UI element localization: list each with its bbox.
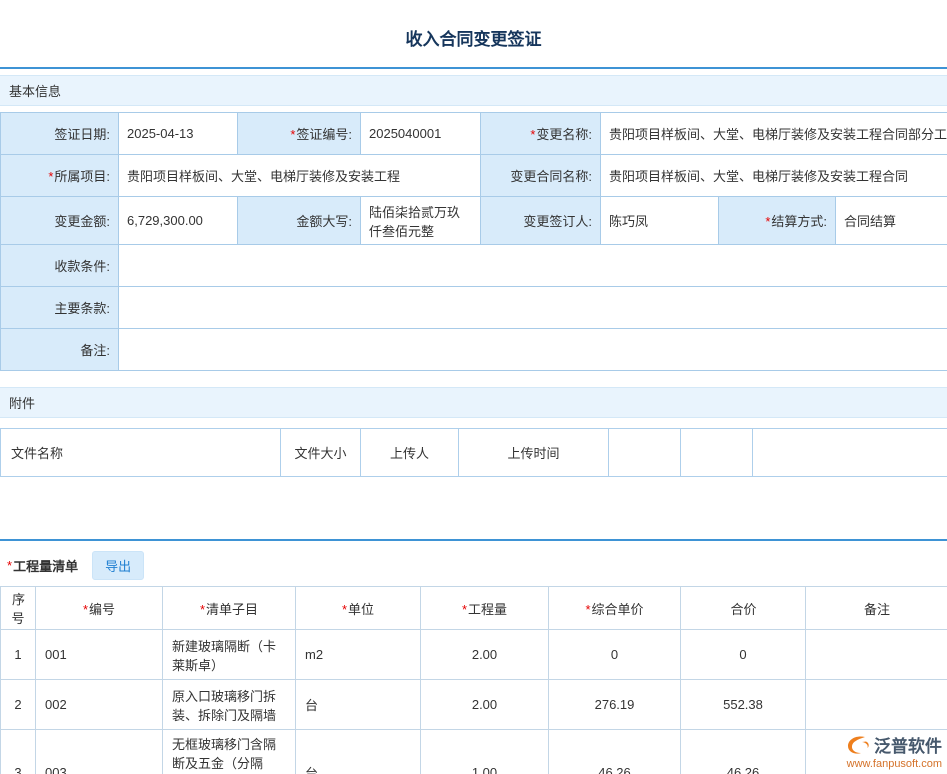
boq-divider — [0, 539, 947, 541]
amount-value: 6,729,300.00 — [119, 197, 238, 245]
boq-section-title: 工程量清单 — [13, 556, 78, 575]
boq-cell-code: 002 — [36, 680, 163, 730]
attachments-table: 文件名称 文件大小 上传人 上传时间 — [0, 428, 947, 477]
top-divider — [0, 67, 947, 69]
boq-cell-remark — [806, 630, 947, 680]
settle-label: *结算方式: — [719, 197, 836, 245]
contract-name-value: 贵阳项目样板间、大堂、电梯厅装修及安装工程合同 — [601, 155, 947, 197]
project-label: *所属项目: — [1, 155, 119, 197]
boq-cell-total: 46.26 — [681, 730, 806, 774]
boq-cell-code: 003 — [36, 730, 163, 774]
boq-row: 1 001 新建玻璃隔断（卡莱斯卓） m2 2.00 0 0 — [1, 630, 947, 680]
boq-cell-remark — [806, 680, 947, 730]
contract-name-label: 变更合同名称: — [481, 155, 601, 197]
boq-cell-total: 0 — [681, 630, 806, 680]
amount-words-label: 金额大写: — [238, 197, 361, 245]
attachments-col-upload-time: 上传时间 — [459, 429, 609, 477]
attachments-col-empty-1 — [609, 429, 681, 477]
boq-cell-unit-price: 276.19 — [549, 680, 681, 730]
boq-header-row: 序号 *编号 *清单子目 *单位 *工程量 *综合单价 合价 备注 — [1, 587, 947, 630]
boq-cell-no: 2 — [1, 680, 36, 730]
boq-col-quantity: *工程量 — [421, 587, 549, 630]
attachments-col-file-size: 文件大小 — [281, 429, 361, 477]
section-attachments-title: 附件 — [9, 396, 35, 411]
boq-col-no: 序号 — [1, 587, 36, 630]
basic-row-2: *所属项目: 贵阳项目样板间、大堂、电梯厅装修及安装工程 变更合同名称: 贵阳项… — [1, 155, 947, 197]
vendor-brand-name: 泛普软件 — [874, 732, 942, 757]
signer-value: 陈巧凤 — [601, 197, 719, 245]
boq-cell-no: 1 — [1, 630, 36, 680]
boq-col-item: *清单子目 — [163, 587, 296, 630]
boq-cell-unit-price: 0 — [549, 630, 681, 680]
change-name-label: *变更名称: — [481, 113, 601, 155]
vendor-logo: 泛普软件 www.fanpusoft.com — [845, 732, 942, 770]
boq-cell-unit: m2 — [296, 630, 421, 680]
attachments-col-empty-2 — [681, 429, 753, 477]
boq-cell-item: 原入口玻璃移门拆装、拆除门及隔墙 — [163, 680, 296, 730]
boq-col-remark: 备注 — [806, 587, 947, 630]
boq-table: 序号 *编号 *清单子目 *单位 *工程量 *综合单价 合价 备注 1 001 … — [0, 586, 947, 774]
boq-col-total: 合价 — [681, 587, 806, 630]
boq-cell-no: 3 — [1, 730, 36, 774]
amount-words-value: 陆佰柒拾贰万玖仟叁佰元整 — [361, 197, 481, 245]
basic-row-3: 变更金额: 6,729,300.00 金额大写: 陆佰柒拾贰万玖仟叁佰元整 变更… — [1, 197, 947, 245]
sign-date-label: 签证日期: — [1, 113, 119, 155]
boq-cell-code: 001 — [36, 630, 163, 680]
clauses-value — [119, 287, 947, 329]
vendor-website: www.fanpusoft.com — [845, 758, 942, 770]
section-basic-info: 基本信息 — [0, 75, 947, 106]
sign-no-label: *签证编号: — [238, 113, 361, 155]
sign-date-value: 2025-04-13 — [119, 113, 238, 155]
payment-label: 收款条件: — [1, 245, 119, 287]
boq-cell-unit: 台 — [296, 730, 421, 774]
boq-section-header: * 工程量清单 导出 — [0, 550, 947, 580]
basic-row-6: 备注: — [1, 329, 947, 371]
boq-cell-unit: 台 — [296, 680, 421, 730]
project-value: 贵阳项目样板间、大堂、电梯厅装修及安装工程 — [119, 155, 481, 197]
fanpu-logo-icon — [845, 734, 871, 756]
boq-col-unit: *单位 — [296, 587, 421, 630]
page-title: 收入合同变更签证 — [0, 0, 947, 67]
boq-col-code: *编号 — [36, 587, 163, 630]
boq-cell-item: 无框玻璃移门含隔断及五金（分隔区）、入口新增玻璃门 金刚含五金 — [163, 730, 296, 774]
clauses-label: 主要条款: — [1, 287, 119, 329]
basic-info-table: 签证日期: 2025-04-13 *签证编号: 2025040001 *变更名称… — [0, 112, 947, 371]
boq-row: 3 003 无框玻璃移门含隔断及五金（分隔区）、入口新增玻璃门 金刚含五金 台 … — [1, 730, 947, 774]
attachments-col-empty-3 — [753, 429, 947, 477]
basic-row-4: 收款条件: — [1, 245, 947, 287]
boq-cell-quantity: 2.00 — [421, 680, 549, 730]
attachments-col-file-name: 文件名称 — [1, 429, 281, 477]
remark-label: 备注: — [1, 329, 119, 371]
boq-cell-total: 552.38 — [681, 680, 806, 730]
section-basic-info-title: 基本信息 — [9, 84, 61, 99]
boq-cell-item: 新建玻璃隔断（卡莱斯卓） — [163, 630, 296, 680]
sign-no-value: 2025040001 — [361, 113, 481, 155]
payment-value — [119, 245, 947, 287]
attachments-header-row: 文件名称 文件大小 上传人 上传时间 — [1, 429, 947, 477]
attachments-empty-area — [0, 477, 947, 539]
export-button[interactable]: 导出 — [92, 551, 144, 580]
basic-row-5: 主要条款: — [1, 287, 947, 329]
attachments-col-uploader: 上传人 — [361, 429, 459, 477]
basic-row-1: 签证日期: 2025-04-13 *签证编号: 2025040001 *变更名称… — [1, 113, 947, 155]
boq-cell-quantity: 1.00 — [421, 730, 549, 774]
page: 收入合同变更签证 基本信息 签证日期: 2025-04-13 *签证编号: 20… — [0, 0, 947, 774]
settle-value: 合同结算 — [836, 197, 947, 245]
boq-col-unit-price: *综合单价 — [549, 587, 681, 630]
amount-label: 变更金额: — [1, 197, 119, 245]
change-name-value: 贵阳项目样板间、大堂、电梯厅装修及安装工程合同部分工 — [601, 113, 947, 155]
boq-row: 2 002 原入口玻璃移门拆装、拆除门及隔墙 台 2.00 276.19 552… — [1, 680, 947, 730]
remark-value — [119, 329, 947, 371]
boq-cell-quantity: 2.00 — [421, 630, 549, 680]
boq-cell-unit-price: 46.26 — [549, 730, 681, 774]
signer-label: 变更签订人: — [481, 197, 601, 245]
section-attachments: 附件 — [0, 387, 947, 418]
